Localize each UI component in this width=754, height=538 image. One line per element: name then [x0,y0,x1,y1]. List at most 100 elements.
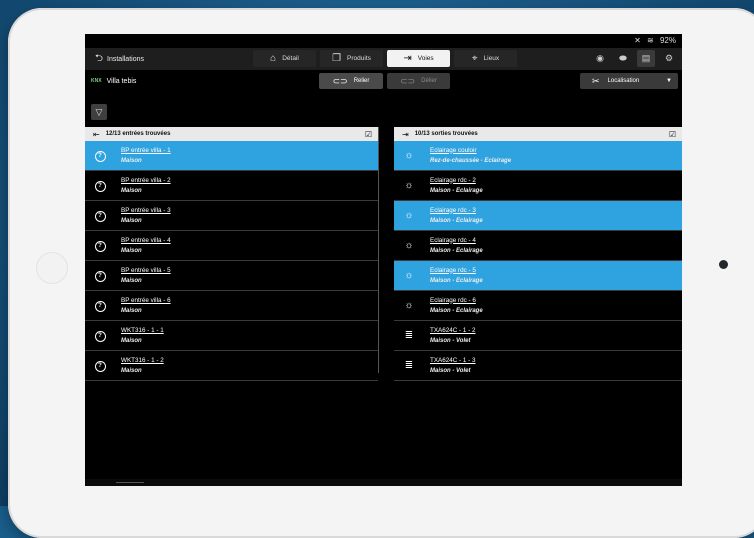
back-label: Installations [107,55,144,63]
shutter-icon: ≣ [404,360,414,371]
light-icon: ☼ [404,240,414,251]
list-item[interactable]: ☼ Eclairage rdc - 6 Maison - Eclairage [394,291,682,321]
app-screen: ✕ ≋ 92% ⮌ Installations ⌂ Détail ❐ Produit… [85,34,682,486]
tab-lieux[interactable]: ⌖ Lieux [454,50,517,67]
item-text: BP entrée villa - 3 Maison [121,206,171,226]
project-bar: KNX Villa tebis ⊂⊃ Relier ⊂⊃ Délier ✂ Local… [85,70,682,92]
help-circle-icon: ? [93,179,107,192]
item-name: BP entrée villa - 5 [121,266,171,274]
list-item[interactable]: ? BP entrée villa - 1 Maison [85,141,378,171]
list-item[interactable]: ? BP entrée villa - 6 Maison [85,291,378,321]
light-icon: ☼ [404,300,414,311]
list-item[interactable]: ≣ TXA624C - 1 - 3 Maison - Volet [394,351,682,381]
outputs-count: 10/13 sorties trouvées [414,131,478,137]
item-location: Maison [121,247,142,254]
item-text: Eclairage rdc - 6 Maison - Eclairage [430,296,483,316]
shutter-icon: ≣ [404,330,414,341]
settings-gear-icon[interactable]: ⚙ [660,50,678,67]
item-location: Maison [121,277,142,284]
tab-voies[interactable]: ⇥ Voies [387,50,450,67]
help-circle-icon: ? [93,329,107,342]
item-text: BP entrée villa - 4 Maison [121,236,171,256]
relier-button[interactable]: ⊂⊃ Relier [319,73,383,89]
item-text: TXA624C - 1 - 2 Maison - Volet [430,326,476,346]
item-name: Eclairage rdc - 6 [430,296,476,304]
item-text: TXA624C - 1 - 3 Maison - Volet [430,356,476,376]
list-item[interactable]: ☼ Eclairage rdc - 5 Maison - Eclairage [394,261,682,291]
inputs-list: ? BP entrée villa - 1 Maison? BP entrée vil… [85,141,378,381]
inputs-header: ⇤ 12/13 entrées trouvées ☑ [85,127,378,141]
item-text: BP entrée villa - 1 Maison [121,146,171,166]
item-text: WKT316 - 1 - 2 Maison [121,356,164,376]
signal-icon: ✕ [634,36,641,45]
outputs-header: ⇥ 10/13 sorties trouvées ☑ [394,127,682,141]
eye-icon[interactable]: ◉ [591,50,609,67]
unlink-icon: ⊂⊃ [400,75,416,86]
back-button[interactable]: ⮌ Installations [95,51,144,68]
delier-label: Délier [421,78,437,84]
item-name: WKT316 - 1 - 1 [121,326,164,334]
list-item[interactable]: ? WKT316 - 1 - 1 Maison [85,321,378,351]
output-icon: ⇥ [402,129,409,139]
item-text: Eclairage rdc - 5 Maison - Eclairage [430,266,483,286]
item-text: BP entrée villa - 5 Maison [121,266,171,286]
help-circle-icon: ? [93,269,107,282]
tab-label: Détail [282,55,299,62]
item-name: BP entrée villa - 4 [121,236,171,244]
item-location: Maison - Eclairage [430,277,483,284]
light-icon: ☼ [404,210,414,221]
item-text: Eclairage rdc - 2 Maison - Eclairage [430,176,483,196]
list-item[interactable]: ☼ Eclairage rdc - 4 Maison - Eclairage [394,231,682,261]
item-text: WKT316 - 1 - 1 Maison [121,326,164,346]
link-icon: ⊂⊃ [332,75,348,86]
filter-button[interactable]: ▽ [91,104,107,120]
edit-select-icon[interactable]: ☑ [365,130,372,139]
item-location: Maison - Eclairage [430,217,483,224]
list-item[interactable]: ☼ Eclairage couloir Rez-de-chaussée - Ecla… [394,141,682,171]
inputs-count: 12/13 entrées trouvées [105,131,171,137]
outputs-list: ☼ Eclairage couloir Rez-de-chaussée - Ecla… [394,141,682,381]
chevron-down-icon: ▼ [666,78,672,84]
tab-detail[interactable]: ⌂ Détail [253,50,316,67]
inputs-panel: ⇤ 12/13 entrées trouvées ☑ ? BP entrée vi… [85,127,378,381]
item-name: Eclairage rdc - 4 [430,236,476,244]
top-navbar: ⮌ Installations ⌂ Détail ❐ Produits ⇥ Voies… [85,48,682,70]
list-item[interactable]: ? BP entrée villa - 2 Maison [85,171,378,201]
help-circle-icon: ? [93,149,107,162]
home-button[interactable] [36,252,68,284]
list-item[interactable]: ? WKT316 - 1 - 2 Maison [85,351,378,381]
list-item[interactable]: ☼ Eclairage rdc - 3 Maison - Eclairage [394,201,682,231]
item-location: Maison [121,337,142,344]
item-location: Maison - Volet [430,367,471,374]
item-location: Rez-de-chaussée - Eclairage [430,157,512,164]
light-icon: ☼ [404,180,414,191]
location-pin-icon: ⌖ [471,53,478,64]
item-location: Maison - Eclairage [430,307,483,314]
delier-button[interactable]: ⊂⊃ Délier [387,73,450,89]
link-icon[interactable]: ⬬ [614,50,632,67]
item-name: BP entrée villa - 6 [121,296,171,304]
item-location: Maison [121,187,142,194]
list-item[interactable]: ? BP entrée villa - 3 Maison [85,201,378,231]
localisation-button[interactable]: ✂ Localisation ▼ [580,73,678,89]
item-text: BP entrée villa - 6 Maison [121,296,171,316]
edit-select-icon[interactable]: ☑ [669,130,676,139]
item-name: Eclairage rdc - 3 [430,206,476,214]
item-text: Eclairage rdc - 4 Maison - Eclairage [430,236,483,256]
toolbar-icons: ◉ ⬬ ▤ ⚙ [586,50,678,67]
project-title: KNX Villa tebis [91,78,136,85]
list-item[interactable]: ≣ TXA624C - 1 - 2 Maison - Volet [394,321,682,351]
project-name: Villa tebis [106,77,137,85]
relier-label: Relier [353,78,370,84]
list-item[interactable]: ? BP entrée villa - 5 Maison [85,261,378,291]
item-location: Maison [121,367,142,374]
camera [719,260,728,269]
filter-icon: ▽ [95,106,103,117]
tab-produits[interactable]: ❐ Produits [320,50,383,67]
list-item[interactable]: ? BP entrée villa - 4 Maison [85,231,378,261]
item-location: Maison - Eclairage [430,187,483,194]
document-icon[interactable]: ▤ [637,50,655,67]
list-item[interactable]: ☼ Eclairage rdc - 2 Maison - Eclairage [394,171,682,201]
channel-icon: ⇥ [403,53,412,64]
battery-level: 92% [659,36,676,45]
